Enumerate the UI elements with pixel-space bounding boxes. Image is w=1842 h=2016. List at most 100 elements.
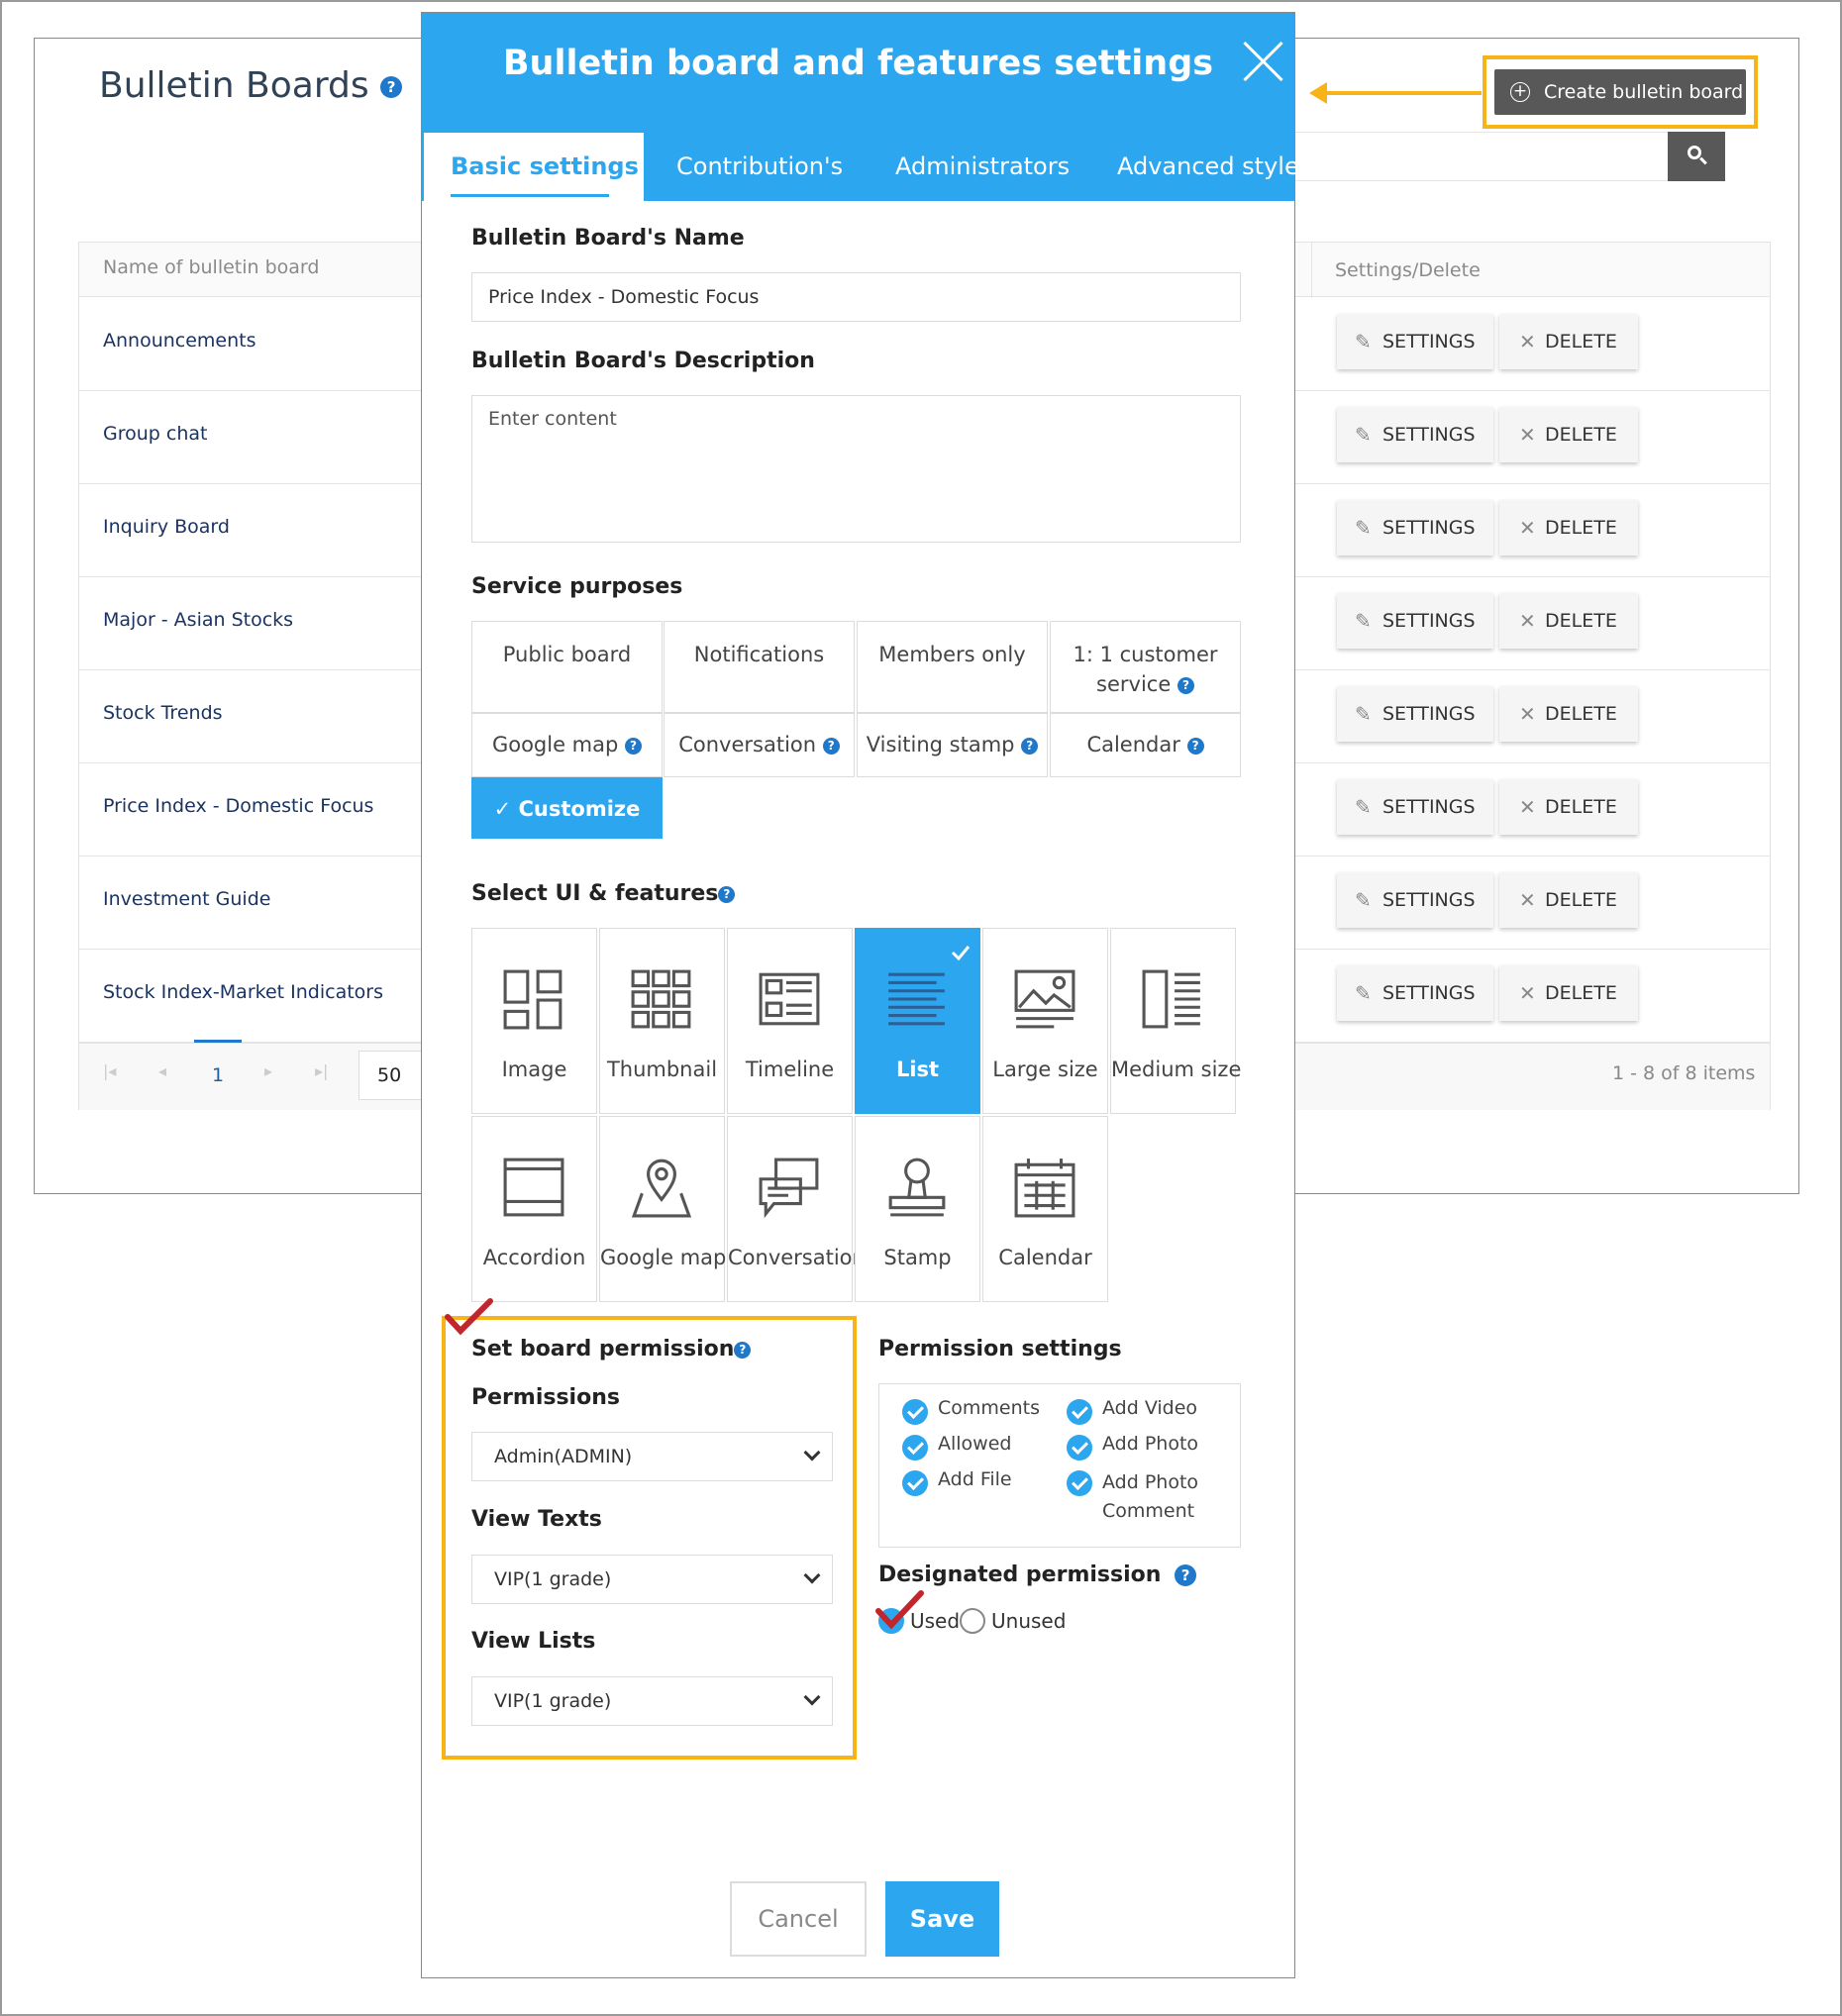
radio-unused[interactable] <box>960 1608 985 1634</box>
ui-option-accordion[interactable]: Accordion <box>471 1116 597 1302</box>
settings-button[interactable]: ✎ SETTINGS <box>1337 965 1493 1021</box>
help-icon[interactable]: ? <box>734 1341 752 1359</box>
delete-button[interactable]: ✕ DELETE <box>1499 314 1638 369</box>
tab-advanced-style[interactable]: Advanced style <box>1117 152 1299 180</box>
checkbox-add-video[interactable]: Add Video <box>1067 1397 1198 1425</box>
page-size-select[interactable]: 50 <box>358 1051 426 1100</box>
table-row-name[interactable]: Stock Trends <box>103 702 223 724</box>
delete-button[interactable]: ✕ DELETE <box>1499 593 1638 649</box>
settings-label: SETTINGS <box>1382 517 1476 539</box>
help-icon[interactable]: ? <box>1021 737 1039 755</box>
description-textarea[interactable]: Enter content <box>471 395 1241 543</box>
page-number-current[interactable]: 1 <box>212 1064 224 1086</box>
table-row-name[interactable]: Investment Guide <box>103 888 270 910</box>
cancel-button[interactable]: Cancel <box>730 1881 867 1957</box>
service-option[interactable]: Google map ? <box>471 713 663 777</box>
settings-button[interactable]: ✎ SETTINGS <box>1337 314 1493 369</box>
help-icon[interactable]: ? <box>822 737 840 755</box>
settings-label: SETTINGS <box>1382 703 1476 725</box>
permissions-select[interactable]: Admin(ADMIN) <box>471 1432 833 1481</box>
table-row-name[interactable]: Inquiry Board <box>103 516 230 538</box>
checkbox-add-file[interactable]: Add File <box>902 1468 1012 1496</box>
search-button[interactable] <box>1668 132 1725 181</box>
help-icon[interactable]: ? <box>718 885 736 903</box>
create-bulletin-board-button[interactable]: + Create bulletin board <box>1494 69 1746 115</box>
ui-option-calendar[interactable]: Calendar <box>982 1116 1108 1302</box>
checkbox-label: Add File <box>938 1468 1012 1490</box>
help-icon[interactable]: ? <box>1177 676 1194 694</box>
table-row-name[interactable]: Group chat <box>103 423 207 445</box>
table-row-name[interactable]: Announcements <box>103 330 256 352</box>
ui-option-list[interactable]: List <box>855 928 980 1114</box>
settings-button[interactable]: ✎ SETTINGS <box>1337 872 1493 928</box>
checkbox-add-photo[interactable]: Add Photo <box>1067 1433 1198 1461</box>
checkbox-comments[interactable]: Comments <box>902 1397 1040 1425</box>
view-lists-select[interactable]: VIP(1 grade) <box>471 1676 833 1726</box>
ui-option-timeline[interactable]: Timeline <box>727 928 853 1114</box>
service-option[interactable]: Public board <box>471 621 663 713</box>
service-option[interactable]: Calendar ? <box>1050 713 1241 777</box>
service-option-label: Public board <box>502 643 632 666</box>
view-texts-select[interactable]: VIP(1 grade) <box>471 1555 833 1604</box>
checkbox-add-photo-comment[interactable]: Add Photo Comment <box>1067 1468 1241 1526</box>
search-input[interactable] <box>1293 132 1670 181</box>
board-name-input[interactable]: Price Index - Domestic Focus <box>471 272 1241 322</box>
checkbox-label: Add Video <box>1102 1397 1198 1419</box>
first-page-icon[interactable]: |◂ <box>103 1061 116 1080</box>
save-button[interactable]: Save <box>885 1881 999 1957</box>
delete-button[interactable]: ✕ DELETE <box>1499 872 1638 928</box>
pencil-icon: ✎ <box>1355 516 1372 540</box>
service-option[interactable]: Members only <box>857 621 1048 713</box>
service-option[interactable]: Conversation ? <box>664 713 855 777</box>
settings-button[interactable]: ✎ SETTINGS <box>1337 407 1493 462</box>
prev-page-icon[interactable]: ◂ <box>158 1061 166 1080</box>
delete-button[interactable]: ✕ DELETE <box>1499 779 1638 835</box>
service-option[interactable]: 1: 1 customer service ? <box>1050 621 1241 713</box>
delete-label: DELETE <box>1545 610 1617 632</box>
table-row-name[interactable]: Major - Asian Stocks <box>103 609 293 631</box>
ui-option-stamp[interactable]: Stamp <box>855 1116 980 1302</box>
customize-button[interactable]: ✓ Customize <box>471 777 663 839</box>
select-ui-label-text: Select UI & features <box>471 881 719 906</box>
checkbox-allowed[interactable]: Allowed <box>902 1433 1011 1461</box>
tab-administrators[interactable]: Administrators <box>895 152 1070 180</box>
close-icon: ✕ <box>1519 330 1536 353</box>
settings-button[interactable]: ✎ SETTINGS <box>1337 593 1493 649</box>
close-icon: ✕ <box>1519 795 1536 819</box>
ui-option-image[interactable]: Image <box>471 928 597 1114</box>
delete-button[interactable]: ✕ DELETE <box>1499 407 1638 462</box>
next-page-icon[interactable]: ▸ <box>264 1061 272 1080</box>
create-button-label: Create bulletin board <box>1544 81 1744 103</box>
settings-button[interactable]: ✎ SETTINGS <box>1337 686 1493 742</box>
help-icon[interactable]: ? <box>380 76 403 98</box>
close-icon[interactable] <box>1242 40 1285 83</box>
table-row-name[interactable]: Price Index - Domestic Focus <box>103 795 373 817</box>
ui-option-label: Google map <box>600 1246 727 1269</box>
table-row-name[interactable]: Stock Index-Market Indicators <box>103 981 383 1003</box>
pencil-icon: ✎ <box>1355 609 1372 633</box>
view-lists-label: View Lists <box>471 1629 596 1654</box>
ui-option-google-map[interactable]: Google map <box>599 1116 727 1302</box>
delete-button[interactable]: ✕ DELETE <box>1499 686 1638 742</box>
last-page-icon[interactable]: ▸| <box>315 1061 328 1080</box>
settings-button[interactable]: ✎ SETTINGS <box>1337 500 1493 555</box>
tab-basic-settings[interactable]: Basic settings <box>451 152 639 180</box>
service-option[interactable]: Notifications <box>664 621 855 713</box>
settings-button[interactable]: ✎ SETTINGS <box>1337 779 1493 835</box>
help-icon[interactable]: ? <box>1175 1564 1197 1586</box>
ui-option-thumbnail[interactable]: Thumbnail <box>599 928 725 1114</box>
delete-button[interactable]: ✕ DELETE <box>1499 965 1638 1021</box>
help-icon[interactable]: ? <box>625 737 643 755</box>
page-title: Bulletin Boards ? <box>99 65 403 106</box>
stamp-icon <box>888 1158 946 1217</box>
ui-option-large-size[interactable]: Large size <box>982 928 1108 1114</box>
tab-contributions[interactable]: Contribution's <box>676 152 843 180</box>
delete-button[interactable]: ✕ DELETE <box>1499 500 1638 555</box>
service-option[interactable]: Visiting stamp ? <box>857 713 1048 777</box>
ui-option-medium-size[interactable]: Medium size <box>1110 928 1242 1114</box>
help-icon[interactable]: ? <box>1186 737 1204 755</box>
ui-option-conversation[interactable]: Conversation <box>727 1116 866 1302</box>
ui-option-label: Medium size <box>1111 1058 1242 1081</box>
settings-label: SETTINGS <box>1382 982 1476 1004</box>
pencil-icon: ✎ <box>1355 702 1372 726</box>
